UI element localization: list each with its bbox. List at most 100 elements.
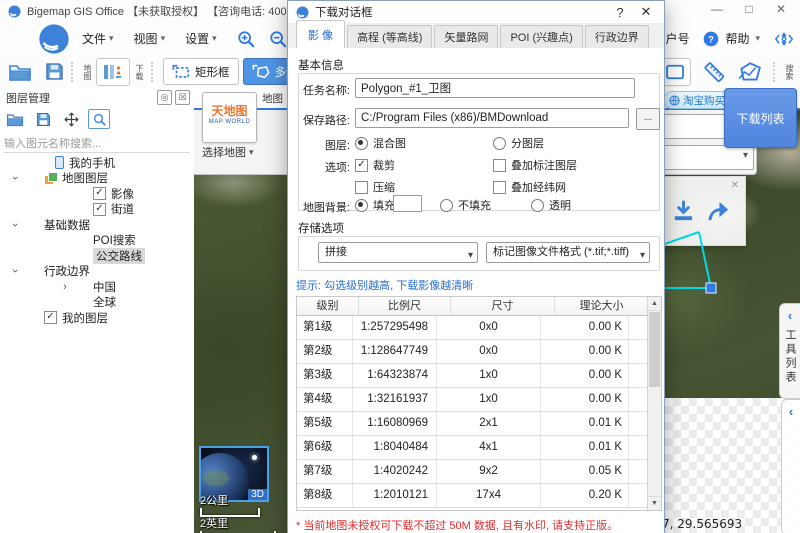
dialog-tab[interactable]: 影 像 [296, 20, 345, 49]
measure-distance-icon[interactable] [697, 60, 732, 84]
expander-icon[interactable]: › [9, 173, 21, 183]
polygon-action-popup: ✕ [656, 176, 746, 246]
share-icon[interactable] [706, 199, 731, 224]
radio-transparent[interactable]: 透明 [531, 197, 571, 213]
search-layer-button[interactable] [88, 109, 110, 129]
table-row[interactable]: 第1级1:2572954980x00.00 K [297, 316, 661, 340]
radio-mixed-layer[interactable]: 混合图 [355, 135, 406, 151]
checkbox[interactable]: ✓ [44, 311, 57, 324]
save-project-icon[interactable] [45, 62, 64, 81]
dialog-body: 基本信息 任务名称: 保存路径: ... 图层: 混合图 分图层 选项: ✓裁剪… [288, 48, 664, 533]
tree-item[interactable]: 公交路线 [0, 248, 194, 264]
tree-item[interactable]: 我的手机 [0, 155, 194, 171]
scroll-up-icon[interactable]: ▲ [648, 297, 661, 311]
table-row[interactable]: 第5级1:160809692x10.01 K [297, 412, 661, 436]
checkbox[interactable]: ✓ [93, 187, 106, 200]
stitch-mode-select[interactable]: 拼接▾ [318, 242, 478, 263]
fill-color-input[interactable] [393, 195, 422, 212]
dialog-tab[interactable]: 高程 (等高线) [347, 25, 432, 48]
table-cell-level: 第4级 [297, 388, 353, 411]
dialog-tab[interactable]: POI (兴趣点) [500, 25, 582, 48]
checkbox-clip[interactable]: ✓裁剪 [355, 157, 395, 173]
radio-fill[interactable]: 填充 [355, 197, 395, 213]
tree-item[interactable]: ›地图图层 [0, 171, 194, 187]
expander-icon[interactable]: › [60, 281, 70, 293]
tree-item[interactable]: ›基础数据 [0, 217, 194, 233]
close-button[interactable]: ✕ [772, 2, 790, 16]
tree-item[interactable]: ✓影像 [0, 186, 194, 202]
tool-bar-right: 搜索 [659, 56, 798, 87]
popup-close-icon[interactable]: ✕ [731, 180, 739, 191]
scrollbar-thumb[interactable] [649, 312, 660, 387]
table-scrollbar[interactable]: ▲ ▼ [647, 297, 661, 510]
help-label[interactable]: 帮助 [725, 30, 749, 47]
table-header[interactable]: 理论大小 [555, 297, 649, 315]
table-header[interactable]: 级别 [297, 297, 359, 315]
table-row[interactable]: 第6级1:80404844x10.01 K [297, 436, 661, 460]
dialog-tab[interactable]: 矢量路网 [434, 25, 498, 48]
expander-icon[interactable]: › [9, 220, 21, 230]
open-layer-button[interactable] [4, 109, 26, 129]
dialog-tab[interactable]: 行政边界 [585, 25, 649, 48]
panel-float-icon[interactable]: ◎ [157, 90, 172, 105]
table-header[interactable]: 尺寸 [451, 297, 555, 315]
table-cell-size: 4x1 [437, 436, 541, 459]
scroll-down-icon[interactable]: ▼ [648, 496, 661, 510]
select-map-dropdown[interactable]: 选择地图 ▾ [202, 144, 254, 160]
tree-item[interactable]: ›行政边界 [0, 264, 194, 280]
license-warning-text: * 当前地图未授权可下载不超过 50M 数据, 且有水印, 请支持正版。 [296, 517, 618, 533]
table-cell-level: 第2级 [297, 340, 353, 363]
checkbox[interactable]: ✓ [93, 203, 106, 216]
menu-item[interactable]: 视图▾ [134, 30, 166, 47]
checkbox-graticule[interactable]: 叠加经纬网 [493, 179, 566, 195]
file-format-select[interactable]: 标记图像文件格式 (*.tif;*.tiff)▾ [486, 242, 650, 263]
radio-nofill[interactable]: 不填充 [440, 197, 491, 213]
maximize-button[interactable]: □ [740, 2, 758, 16]
map-provider-button[interactable]: 天地图 MAP WORLD [202, 92, 257, 143]
save-layer-button[interactable] [32, 109, 54, 129]
map-source-tab[interactable]: 地图 [262, 91, 283, 106]
dialog-help-button[interactable]: ? [610, 5, 630, 20]
layer-toolbar [0, 106, 194, 132]
dialog-close-button[interactable]: ✕ [636, 4, 656, 20]
download-list-button[interactable]: 下载列表 [724, 88, 797, 148]
map-option-select[interactable]: ▾ [660, 145, 754, 170]
tree-item[interactable]: 全球 [0, 295, 194, 311]
download-dialog: 下载对话框 ? ✕ 影 像高程 (等高线)矢量路网POI (兴趣点)行政边界 基… [287, 0, 665, 533]
menu-item[interactable]: 文件▾ [82, 30, 114, 47]
zoom-out-icon[interactable] [269, 30, 287, 48]
table-row[interactable]: 第3级1:643238741x00.00 K [297, 364, 661, 388]
measure-area-icon[interactable] [732, 61, 766, 83]
pan-to-layer-button[interactable] [60, 109, 82, 129]
layer-search-input[interactable] [4, 136, 190, 153]
download-icon[interactable] [671, 199, 696, 224]
minimize-button[interactable]: — [708, 2, 726, 16]
rect-select-tool-button[interactable]: 矩形框 [163, 58, 239, 85]
open-project-icon[interactable] [8, 62, 32, 82]
checkbox-label-overlay[interactable]: 叠加标注图层 [493, 157, 577, 173]
save-path-input[interactable] [355, 108, 629, 128]
table-row[interactable]: 第7级1:40202429x20.05 K [297, 460, 661, 484]
tree-item-label: 我的手机 [69, 155, 115, 171]
menu-item[interactable]: 设置▾ [185, 30, 217, 47]
expander-icon[interactable]: › [9, 266, 21, 276]
tree-item[interactable]: ›中国 [0, 279, 194, 295]
table-row[interactable]: 第2级1:1286477490x00.00 K [297, 340, 661, 364]
radio-split-layer[interactable]: 分图层 [493, 135, 544, 151]
map-gallery-button[interactable] [96, 58, 130, 86]
table-row[interactable]: 第4级1:321619371x00.00 K [297, 388, 661, 412]
task-name-input[interactable] [355, 78, 635, 98]
zoom-in-icon[interactable] [237, 30, 255, 48]
table-row[interactable]: 第8级1:201012117x40.20 K [297, 484, 661, 508]
panel-close-icon[interactable]: ☒ [175, 90, 190, 105]
tree-item[interactable]: ✓我的图层 [0, 310, 194, 326]
tree-item[interactable]: ✓街道 [0, 202, 194, 218]
browse-button[interactable]: ... [636, 108, 660, 130]
tool-list-tab[interactable]: ‹ 工具列表 [779, 303, 800, 399]
collapsed-panel-tab[interactable]: ‹ [781, 399, 800, 533]
table-header[interactable]: 比例尺 [359, 297, 451, 315]
checkbox-compress[interactable]: 压缩 [355, 179, 395, 195]
tree-item[interactable]: POI搜索 [0, 233, 194, 249]
pan-icon[interactable] [774, 30, 794, 48]
download-group-label: 下载 [135, 64, 144, 80]
